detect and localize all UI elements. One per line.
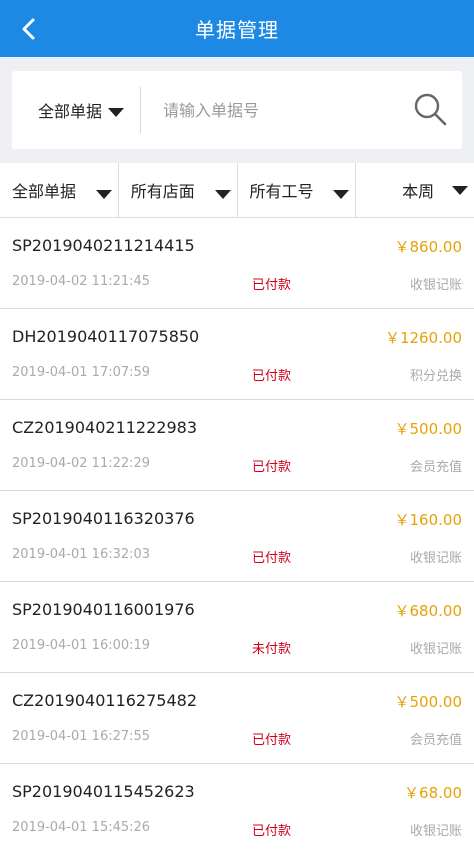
record-type: 会员充值 bbox=[409, 733, 462, 748]
amount: ￥68.00 bbox=[404, 784, 462, 802]
amount: ￥1260.00 bbox=[384, 329, 462, 347]
filter-employee-label: 所有工号 bbox=[249, 182, 314, 201]
document-number: DH2019040117075850 bbox=[12, 327, 200, 346]
filter-store-label: 所有店面 bbox=[130, 182, 195, 201]
chevron-left-icon bbox=[22, 18, 35, 40]
payment-status: 已付款 bbox=[252, 369, 292, 384]
record-type: 收银记账 bbox=[409, 824, 462, 839]
payment-status: 已付款 bbox=[252, 733, 292, 748]
amount: ￥500.00 bbox=[394, 693, 463, 711]
timestamp: 2019-04-01 16:32:03 bbox=[12, 547, 151, 562]
filter-bar: 全部单据 所有店面 所有工号 本周 bbox=[0, 163, 474, 218]
timestamp: 2019-04-02 11:21:45 bbox=[12, 274, 151, 289]
list-item[interactable]: CZ2019040116275482 ￥500.00 2019-04-01 16… bbox=[0, 673, 474, 764]
record-type: 积分兑换 bbox=[409, 369, 462, 384]
amount: ￥500.00 bbox=[394, 420, 463, 438]
payment-status: 未付款 bbox=[252, 642, 292, 657]
record-type: 收银记账 bbox=[409, 642, 462, 657]
document-number: SP2019040211214415 bbox=[12, 236, 195, 255]
list-item[interactable]: SP2019040116320376 ￥160.00 2019-04-01 16… bbox=[0, 491, 474, 582]
document-type-select[interactable]: 全部单据 bbox=[12, 71, 140, 149]
document-number: SP2019040116001976 bbox=[12, 600, 195, 619]
filter-employee[interactable]: 所有工号 bbox=[238, 163, 357, 217]
page-title: 单据管理 bbox=[195, 18, 279, 42]
app-root: 单据管理 全部单据 全部单据 所有店面 所有工号 bbox=[0, 0, 474, 853]
payment-status: 已付款 bbox=[252, 278, 292, 293]
document-number: CZ2019040211222983 bbox=[12, 418, 198, 437]
document-number: CZ2019040116275482 bbox=[12, 691, 198, 710]
amount: ￥680.00 bbox=[394, 602, 463, 620]
payment-status: 已付款 bbox=[252, 551, 292, 566]
filter-period[interactable]: 本周 bbox=[356, 163, 474, 217]
dropdown-triangle-icon bbox=[95, 189, 112, 199]
dropdown-triangle-icon bbox=[108, 107, 125, 117]
document-number: SP2019040116320376 bbox=[12, 509, 195, 528]
document-type-select-label: 全部单据 bbox=[38, 102, 103, 121]
list-item[interactable]: SP2019040115452623 ￥68.00 2019-04-01 15:… bbox=[0, 764, 474, 853]
filter-document-type[interactable]: 全部单据 bbox=[0, 163, 119, 217]
filter-period-label: 本周 bbox=[402, 182, 435, 201]
search-icon[interactable] bbox=[412, 91, 448, 127]
list-item[interactable]: DH2019040117075850 ￥1260.00 2019-04-01 1… bbox=[0, 309, 474, 400]
payment-status: 已付款 bbox=[252, 460, 292, 475]
dropdown-triangle-icon bbox=[452, 186, 468, 195]
timestamp: 2019-04-01 15:45:26 bbox=[12, 820, 151, 835]
amount: ￥160.00 bbox=[394, 511, 463, 529]
record-type: 收银记账 bbox=[409, 278, 462, 293]
search-area: 全部单据 bbox=[0, 57, 474, 163]
timestamp: 2019-04-01 16:00:19 bbox=[12, 638, 151, 653]
search-box: 全部单据 bbox=[12, 71, 462, 149]
top-bar: 单据管理 bbox=[0, 0, 474, 57]
list-item[interactable]: CZ2019040211222983 ￥500.00 2019-04-02 11… bbox=[0, 400, 474, 491]
record-type: 收银记账 bbox=[409, 551, 462, 566]
filter-store[interactable]: 所有店面 bbox=[119, 163, 238, 217]
document-number: SP2019040115452623 bbox=[12, 782, 195, 801]
record-type: 会员充值 bbox=[409, 460, 462, 475]
timestamp: 2019-04-01 17:07:59 bbox=[12, 365, 151, 380]
record-list: SP2019040211214415 ￥860.00 2019-04-02 11… bbox=[0, 218, 474, 853]
filter-document-type-label: 全部单据 bbox=[12, 182, 77, 201]
timestamp: 2019-04-02 11:22:29 bbox=[12, 456, 151, 471]
dropdown-triangle-icon bbox=[333, 189, 350, 199]
back-button[interactable] bbox=[12, 12, 46, 46]
payment-status: 已付款 bbox=[252, 824, 292, 839]
amount: ￥860.00 bbox=[394, 238, 463, 256]
list-item[interactable]: SP2019040211214415 ￥860.00 2019-04-02 11… bbox=[0, 218, 474, 309]
dropdown-triangle-icon bbox=[214, 189, 231, 199]
list-item[interactable]: SP2019040116001976 ￥680.00 2019-04-01 16… bbox=[0, 582, 474, 673]
timestamp: 2019-04-01 16:27:55 bbox=[12, 729, 151, 744]
